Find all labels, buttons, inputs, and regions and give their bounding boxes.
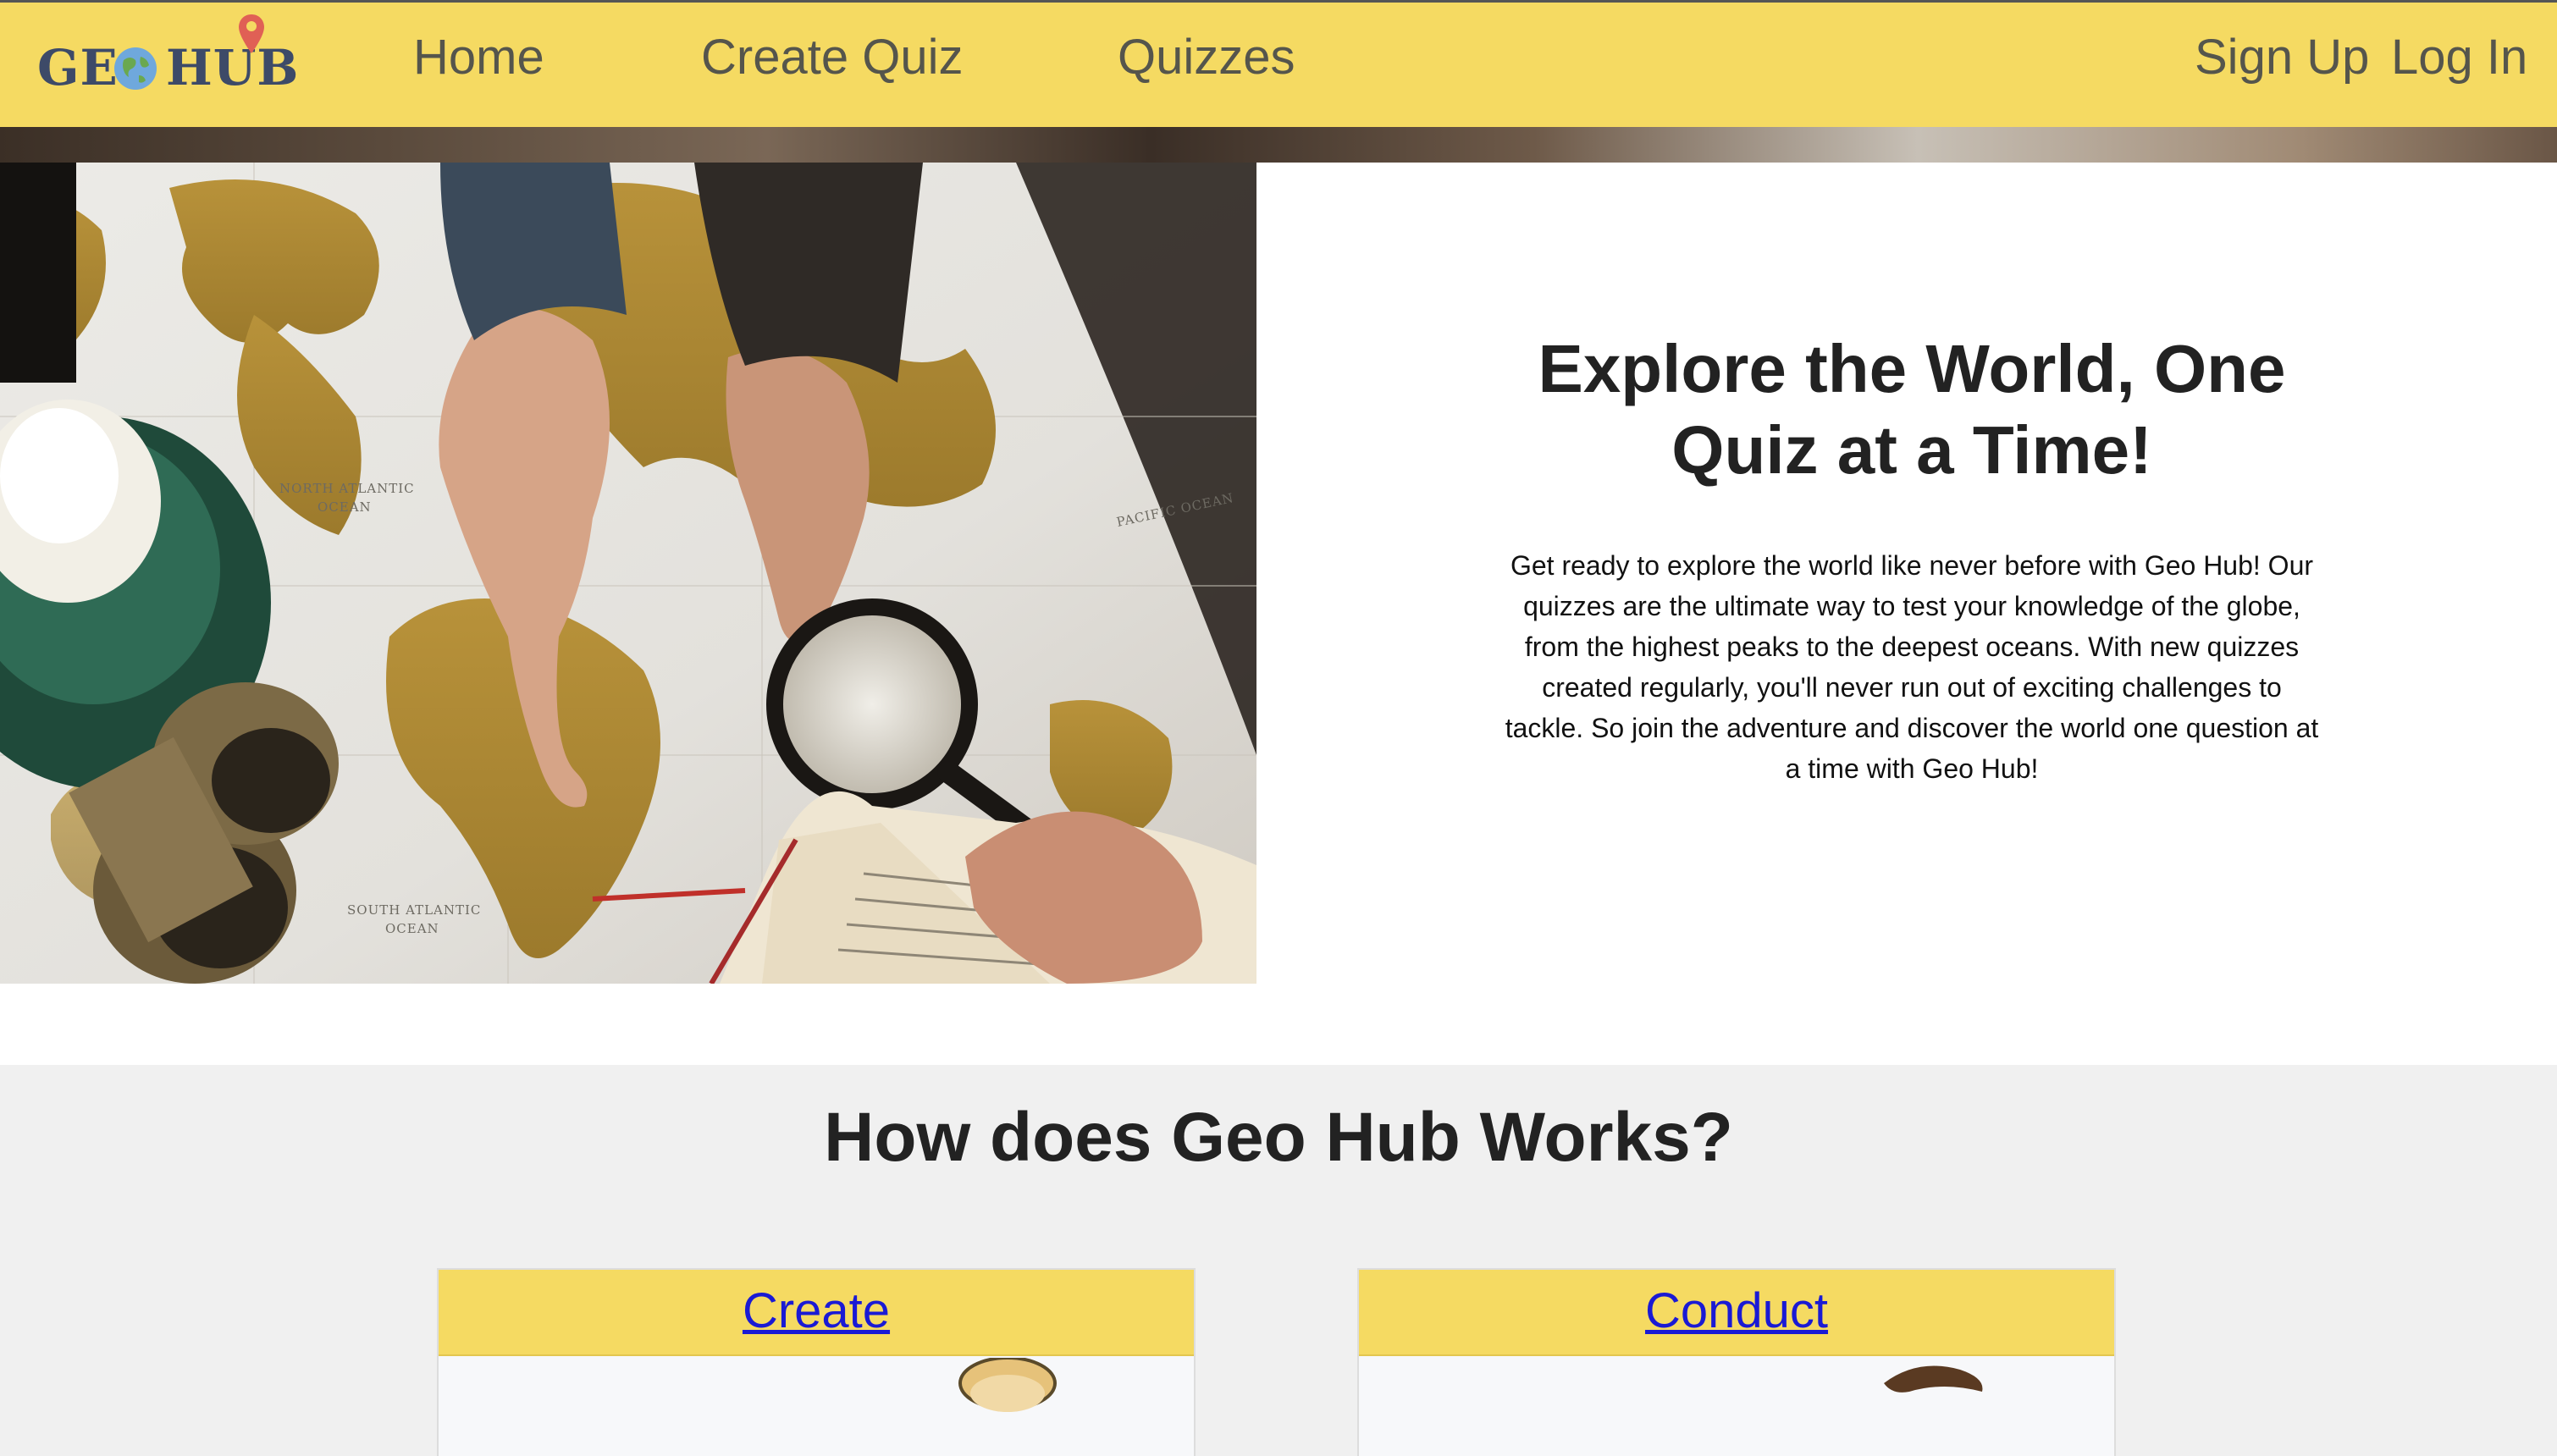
conduct-card-link[interactable]: Conduct xyxy=(1645,1280,1828,1343)
navbar: GE HUB Home Create Quiz Quizzes Sign Up … xyxy=(0,0,2557,127)
geo-hub-logo[interactable]: GE HUB xyxy=(37,11,298,104)
logo-text-hub: HUB xyxy=(166,39,300,97)
map-label-north-atlantic: NORTH ATLANTIC xyxy=(279,481,415,496)
nav-sign-up-link[interactable]: Sign Up xyxy=(2195,28,2369,87)
create-card: Create xyxy=(437,1268,1196,1456)
globe-icon xyxy=(114,47,157,90)
create-card-illustration xyxy=(439,1358,1194,1456)
map-label-north-atlantic-2: OCEAN xyxy=(318,499,372,515)
how-it-works-section: How does Geo Hub Works? Create Conduct xyxy=(0,1065,2557,1456)
map-label-south-atlantic-2: OCEAN xyxy=(385,921,439,936)
nav-quizzes-link[interactable]: Quizzes xyxy=(1118,28,1295,87)
nav-create-quiz-link[interactable]: Create Quiz xyxy=(701,28,963,87)
hero-background-strip xyxy=(0,127,2557,163)
hero-text-panel: Explore the World, One Quiz at a Time! G… xyxy=(1256,163,2557,984)
hero-title: Explore the World, One Quiz at a Time! xyxy=(1538,331,2286,488)
map-pin-icon xyxy=(239,14,264,53)
create-card-header: Create xyxy=(439,1270,1194,1356)
how-it-works-title: How does Geo Hub Works? xyxy=(824,1099,1733,1176)
map-label-south-atlantic: SOUTH ATLANTIC xyxy=(347,902,481,918)
nav-home-link[interactable]: Home xyxy=(413,28,544,87)
hero-description: Get ready to explore the world like neve… xyxy=(1505,550,2319,784)
create-card-link[interactable]: Create xyxy=(743,1280,890,1343)
conduct-card-illustration xyxy=(1359,1358,2114,1456)
conduct-card-header: Conduct xyxy=(1359,1270,2114,1356)
conduct-card: Conduct xyxy=(1357,1268,2116,1456)
nav-log-in-link[interactable]: Log In xyxy=(2391,28,2527,87)
logo-text-ge: GE xyxy=(37,39,119,97)
hero-image: NORTH ATLANTIC OCEAN SOUTH ATLANTIC OCEA… xyxy=(0,163,1256,984)
